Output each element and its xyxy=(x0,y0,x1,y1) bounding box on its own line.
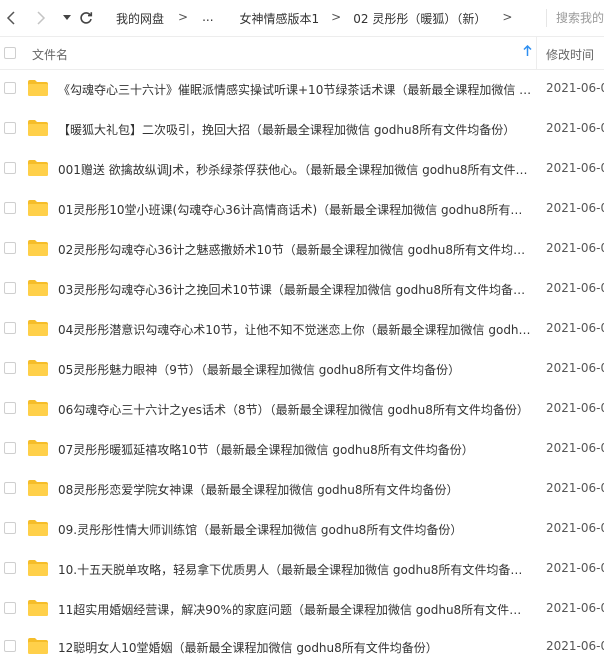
column-header-date[interactable]: 修改时间 xyxy=(546,46,594,63)
file-name[interactable]: 07灵彤彤暖狐延禧攻略10节（最新最全课程加微信 godhu8所有文件均备份） xyxy=(58,441,532,458)
list-item[interactable]: 11超实用婚姻经营课，解决90%的家庭问题（最新最全课程加微信 godhu8所有… xyxy=(0,590,604,630)
file-name[interactable]: 11超实用婚姻经营课，解决90%的家庭问题（最新最全课程加微信 godhu8所有… xyxy=(58,601,532,618)
row-checkbox[interactable] xyxy=(4,402,16,414)
list-item[interactable]: 07灵彤彤暖狐延禧攻略10节（最新最全课程加微信 godhu8所有文件均备份） … xyxy=(0,430,604,470)
list-item[interactable]: 05灵彤彤魅力眼神（9节）（最新最全课程加微信 godhu8所有文件均备份） 2… xyxy=(0,350,604,390)
row-checkbox[interactable] xyxy=(4,640,16,652)
row-checkbox[interactable] xyxy=(4,562,16,574)
folder-icon xyxy=(28,280,48,296)
breadcrumb-separator: > xyxy=(178,10,189,24)
file-name[interactable]: 04灵彤彤潜意识勾魂夺心术10节，让他不知不觉迷恋上你（最新最全课程加微信 go… xyxy=(58,321,532,338)
file-name[interactable]: 08灵彤彤恋爱学院女神课（最新最全课程加微信 godhu8所有文件均备份） xyxy=(58,481,532,498)
file-name[interactable]: 03灵彤彤勾魂夺心36计之挽回术10节课（最新最全课程加微信 godhu8所有文… xyxy=(58,281,532,298)
column-divider[interactable] xyxy=(536,37,537,69)
folder-icon xyxy=(28,600,48,616)
folder-icon xyxy=(28,560,48,576)
caret-down-icon[interactable] xyxy=(58,8,76,28)
file-name[interactable]: 02灵彤彤勾魂夺心36计之魅惑撒娇术10节（最新最全课程加微信 godhu8所有… xyxy=(58,241,532,258)
file-name[interactable]: 12聪明女人10堂婚姻（最新最全课程加微信 godhu8所有文件均备份） xyxy=(58,639,532,656)
folder-icon xyxy=(28,520,48,536)
folder-icon xyxy=(28,160,48,176)
breadcrumb-item[interactable]: 我的网盘 xyxy=(116,10,164,27)
list-item[interactable]: 001赠送 欲擒故纵调J术，秒杀绿茶俘获他心。（最新最全课程加微信 godhu8… xyxy=(0,150,604,190)
folder-icon xyxy=(28,120,48,136)
list-item[interactable]: 10.十五天脱单攻略，轻易拿下优质男人（最新最全课程加微信 godhu8所有文件… xyxy=(0,550,604,590)
breadcrumb-item[interactable]: ... xyxy=(202,10,213,27)
arrow-up-icon[interactable] xyxy=(523,44,532,60)
row-checkbox[interactable] xyxy=(4,82,16,94)
file-date: 2021-06-0 xyxy=(546,281,604,295)
file-date: 2021-06-0 xyxy=(546,201,604,215)
row-checkbox[interactable] xyxy=(4,482,16,494)
file-date: 2021-06-0 xyxy=(546,161,604,175)
list-item[interactable]: 03灵彤彤勾魂夺心36计之挽回术10节课（最新最全课程加微信 godhu8所有文… xyxy=(0,270,604,310)
list-item[interactable]: 09.灵彤彤性情大师训练馆（最新最全课程加微信 godhu8所有文件均备份） 2… xyxy=(0,510,604,550)
row-checkbox[interactable] xyxy=(4,122,16,134)
breadcrumb-separator: > xyxy=(502,10,513,24)
folder-icon xyxy=(28,80,48,96)
file-name[interactable]: 10.十五天脱单攻略，轻易拿下优质男人（最新最全课程加微信 godhu8所有文件… xyxy=(58,561,532,578)
row-checkbox[interactable] xyxy=(4,202,16,214)
row-checkbox[interactable] xyxy=(4,522,16,534)
file-name[interactable]: 【暖狐大礼包】二次吸引，挽回大招（最新最全课程加微信 godhu8所有文件均备份… xyxy=(58,121,532,138)
chevron-left-icon[interactable] xyxy=(2,8,20,28)
folder-icon xyxy=(28,320,48,336)
file-date: 2021-06-0 xyxy=(546,521,604,535)
row-checkbox[interactable] xyxy=(4,162,16,174)
file-date: 2021-06-0 xyxy=(546,401,604,415)
list-item[interactable]: 06勾魂夺心三十六计之yes话术（8节）（最新最全课程加微信 godhu8所有文… xyxy=(0,390,604,430)
chevron-right-icon[interactable] xyxy=(32,8,50,28)
column-header: 文件名 修改时间 xyxy=(0,36,604,70)
folder-icon xyxy=(28,638,48,654)
row-checkbox[interactable] xyxy=(4,282,16,294)
row-checkbox[interactable] xyxy=(4,242,16,254)
folder-icon xyxy=(28,360,48,376)
list-item[interactable]: 01灵彤彤10堂小班课(勾魂夺心36计高情商话术)（最新最全课程加微信 godh… xyxy=(0,190,604,230)
breadcrumb: 我的网盘 > ... 女神情感版本1 > 02 灵彤彤（暖狐）（新） > xyxy=(116,10,512,27)
folder-icon xyxy=(28,240,48,256)
file-date: 2021-06-0 xyxy=(546,601,604,615)
file-date: 2021-06-0 xyxy=(546,321,604,335)
refresh-icon[interactable] xyxy=(77,8,95,28)
file-date: 2021-06-0 xyxy=(546,441,604,455)
folder-icon xyxy=(28,200,48,216)
breadcrumb-item[interactable]: 女神情感版本1 xyxy=(240,10,320,27)
file-date: 2021-06-0 xyxy=(546,81,604,95)
folder-icon xyxy=(28,440,48,456)
toolbar: 我的网盘 > ... 女神情感版本1 > 02 灵彤彤（暖狐）（新） > 搜索我… xyxy=(0,0,604,36)
file-name[interactable]: 01灵彤彤10堂小班课(勾魂夺心36计高情商话术)（最新最全课程加微信 godh… xyxy=(58,201,532,218)
file-date: 2021-06-0 xyxy=(546,121,604,135)
list-item[interactable]: 02灵彤彤勾魂夺心36计之魅惑撒娇术10节（最新最全课程加微信 godhu8所有… xyxy=(0,230,604,270)
file-name[interactable]: 05灵彤彤魅力眼神（9节）（最新最全课程加微信 godhu8所有文件均备份） xyxy=(58,361,532,378)
list-item[interactable]: 04灵彤彤潜意识勾魂夺心术10节，让他不知不觉迷恋上你（最新最全课程加微信 go… xyxy=(0,310,604,350)
file-date: 2021-06-0 xyxy=(546,561,604,575)
list-item[interactable]: 【暖狐大礼包】二次吸引，挽回大招（最新最全课程加微信 godhu8所有文件均备份… xyxy=(0,110,604,150)
search-input[interactable]: 搜索我的 xyxy=(546,9,604,27)
column-header-name[interactable]: 文件名 xyxy=(32,46,68,63)
row-checkbox[interactable] xyxy=(4,442,16,454)
list-item[interactable]: 08灵彤彤恋爱学院女神课（最新最全课程加微信 godhu8所有文件均备份） 20… xyxy=(0,470,604,510)
row-checkbox[interactable] xyxy=(4,602,16,614)
row-checkbox[interactable] xyxy=(4,322,16,334)
file-name[interactable]: 《勾魂夺心三十六计》催眠派情感实操试听课+10节绿茶话术课（最新最全课程加微信 … xyxy=(58,81,532,98)
file-date: 2021-06-0 xyxy=(546,481,604,495)
select-all-checkbox[interactable] xyxy=(4,47,16,59)
list-item[interactable]: 《勾魂夺心三十六计》催眠派情感实操试听课+10节绿茶话术课（最新最全课程加微信 … xyxy=(0,70,604,110)
file-name[interactable]: 06勾魂夺心三十六计之yes话术（8节）（最新最全课程加微信 godhu8所有文… xyxy=(58,401,532,418)
row-checkbox[interactable] xyxy=(4,362,16,374)
breadcrumb-separator: > xyxy=(331,10,342,24)
folder-icon xyxy=(28,400,48,416)
file-date: 2021-06-0 xyxy=(546,639,604,653)
file-name[interactable]: 09.灵彤彤性情大师训练馆（最新最全课程加微信 godhu8所有文件均备份） xyxy=(58,521,532,538)
list-item[interactable]: 12聪明女人10堂婚姻（最新最全课程加微信 godhu8所有文件均备份） 202… xyxy=(0,628,604,668)
folder-icon xyxy=(28,480,48,496)
file-date: 2021-06-0 xyxy=(546,241,604,255)
file-date: 2021-06-0 xyxy=(546,361,604,375)
breadcrumb-item[interactable]: 02 灵彤彤（暖狐）（新） xyxy=(353,10,486,27)
file-name[interactable]: 001赠送 欲擒故纵调J术，秒杀绿茶俘获他心。（最新最全课程加微信 godhu8… xyxy=(58,161,532,178)
